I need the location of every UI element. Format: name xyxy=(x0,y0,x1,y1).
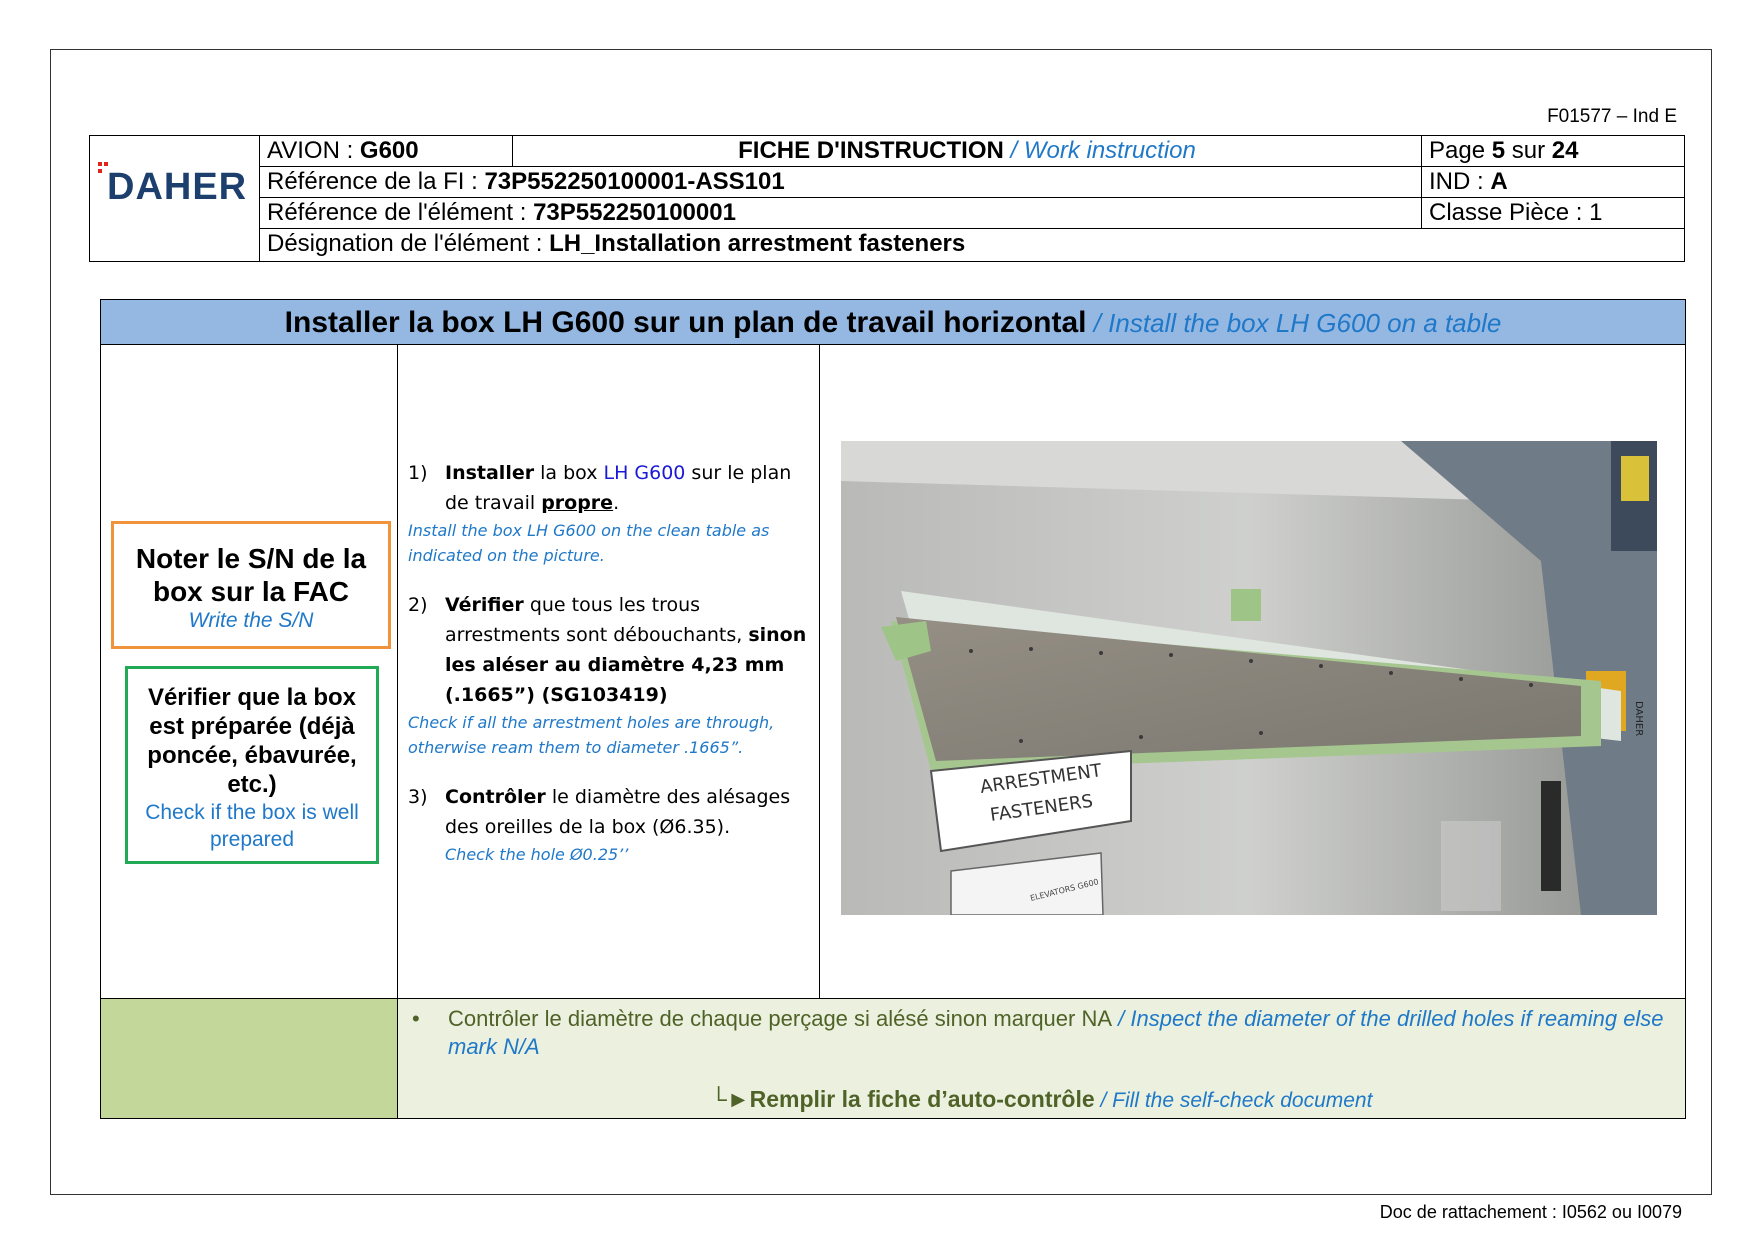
classe-label: Classe Pièce : 1 xyxy=(1429,199,1603,226)
page-number: 5 xyxy=(1491,137,1506,164)
ref-fi-cell: Référence de la FI : 73P552250100001-ASS… xyxy=(260,167,1422,198)
bullet-icon: • xyxy=(412,1006,420,1031)
self-check-en: / Fill the self-check document xyxy=(1094,1089,1373,1112)
section-title-en: / Install the box LH G600 on a table xyxy=(1086,308,1502,338)
attachment-document-ref: Doc de rattachement : I0562 ou I0079 xyxy=(1379,1202,1682,1222)
box-on-table-photo: ARRESTMENT FASTENERS ELEVATORS G600 DAHE… xyxy=(841,441,1657,915)
fiche-title: FICHE D'INSTRUCTION xyxy=(738,137,1004,164)
step-1: 1) Installer la box LH G600 sur le plan … xyxy=(408,458,808,568)
self-check-line: └►Remplir la fiche d’auto-contrôle / Fil… xyxy=(398,1086,1685,1113)
ref-element-cell: Référence de l'élément : 73P552250100001 xyxy=(260,198,1422,229)
designation-value: LH_Installation arrestment fasteners xyxy=(549,230,966,257)
step-3: 3) Contrôler le diamètre des alésages de… xyxy=(408,782,808,867)
step-english: Check if all the arrestment holes are th… xyxy=(408,713,775,757)
designation-label: Désignation de l'élément : xyxy=(267,230,550,257)
self-check-fr: Remplir la fiche d’auto-contrôle xyxy=(749,1086,1095,1112)
ref-fi-label: Référence de la FI : xyxy=(267,168,485,195)
step-emphasis: propre xyxy=(541,492,614,514)
preparation-note-subtitle: Check if the box is well prepared xyxy=(145,801,359,851)
step-number: 2) xyxy=(408,594,428,616)
ind-label: IND : xyxy=(1429,168,1491,195)
section-title-fr: Installer la box LH G600 sur un plan de … xyxy=(284,306,1087,339)
ref-fi-value: 73P552250100001-ASS101 xyxy=(484,168,785,195)
section-title: Installer la box LH G600 sur un plan de … xyxy=(101,300,1685,345)
instruction-steps: 1) Installer la box LH G600 sur le plan … xyxy=(408,458,808,867)
daher-logo: DAHER xyxy=(90,136,260,261)
fiche-title-cell: FICHE D'INSTRUCTION / Work instruction xyxy=(513,136,1422,167)
serial-note-title: Noter le S/N de la box sur la FAC xyxy=(135,543,367,607)
step-verb: Installer xyxy=(445,462,535,484)
step-verb: Contrôler xyxy=(445,786,546,808)
serial-number-note: Noter le S/N de la box sur la FAC Write … xyxy=(111,521,391,649)
step-verb: Vérifier xyxy=(445,594,524,616)
step-highlight: LH G600 xyxy=(603,462,686,484)
avion-cell: AVION : G600 xyxy=(260,136,513,167)
header-table: DAHER AVION : G600 FICHE D'INSTRUCTION /… xyxy=(89,135,1685,262)
step-text: la box xyxy=(534,462,604,484)
page-cell: Page 5 sur 24 xyxy=(1422,136,1684,167)
inspection-bullet: • Contrôler le diamètre de chaque perçag… xyxy=(412,1005,1668,1061)
page-sur: sur xyxy=(1505,137,1552,164)
column-divider xyxy=(819,345,820,999)
designation-cell: Désignation de l'élément : LH_Installati… xyxy=(260,229,1684,261)
preparation-check-note: Vérifier que la box est préparée (déjà p… xyxy=(125,666,379,864)
footer-instructions: • Contrôler le diamètre de chaque perçag… xyxy=(398,999,1685,1118)
preparation-note-title: Vérifier que la box est préparée (déjà p… xyxy=(147,684,357,798)
inspection-fr: Contrôler le diamètre de chaque perçage … xyxy=(448,1006,1113,1031)
footer-marker-cell xyxy=(101,999,397,1118)
logo-text: DAHER xyxy=(107,166,248,208)
instruction-block: Installer la box LH G600 sur un plan de … xyxy=(100,299,1686,1119)
step-text: . xyxy=(613,492,620,514)
step-english: Check the hole Ø0.25’’ xyxy=(445,845,629,864)
fiche-title-en: / Work instruction xyxy=(1003,137,1196,164)
step-number: 1) xyxy=(408,462,428,484)
ref-element-label: Référence de l'élément : xyxy=(267,199,534,226)
step-number: 3) xyxy=(408,786,428,808)
step-english: Install the box LH G600 on the clean tab… xyxy=(408,521,770,565)
ind-value: A xyxy=(1490,168,1508,195)
serial-note-subtitle: Write the S/N xyxy=(188,609,314,632)
document-code: F01577 – Ind E xyxy=(1547,106,1677,127)
classe-cell: Classe Pièce : 1 xyxy=(1422,198,1684,229)
page-label: Page xyxy=(1429,137,1492,164)
step-2: 2) Vérifier que tous les trous arrestmen… xyxy=(408,590,808,760)
page-total: 24 xyxy=(1551,137,1579,164)
ref-element-value: 73P552250100001 xyxy=(533,199,736,226)
arrow-icon: └► xyxy=(710,1086,750,1112)
ind-cell: IND : A xyxy=(1422,167,1684,198)
photo-side-sign: DAHER xyxy=(1633,701,1644,736)
avion-value: G600 xyxy=(359,137,419,164)
avion-label: AVION : xyxy=(267,137,360,164)
